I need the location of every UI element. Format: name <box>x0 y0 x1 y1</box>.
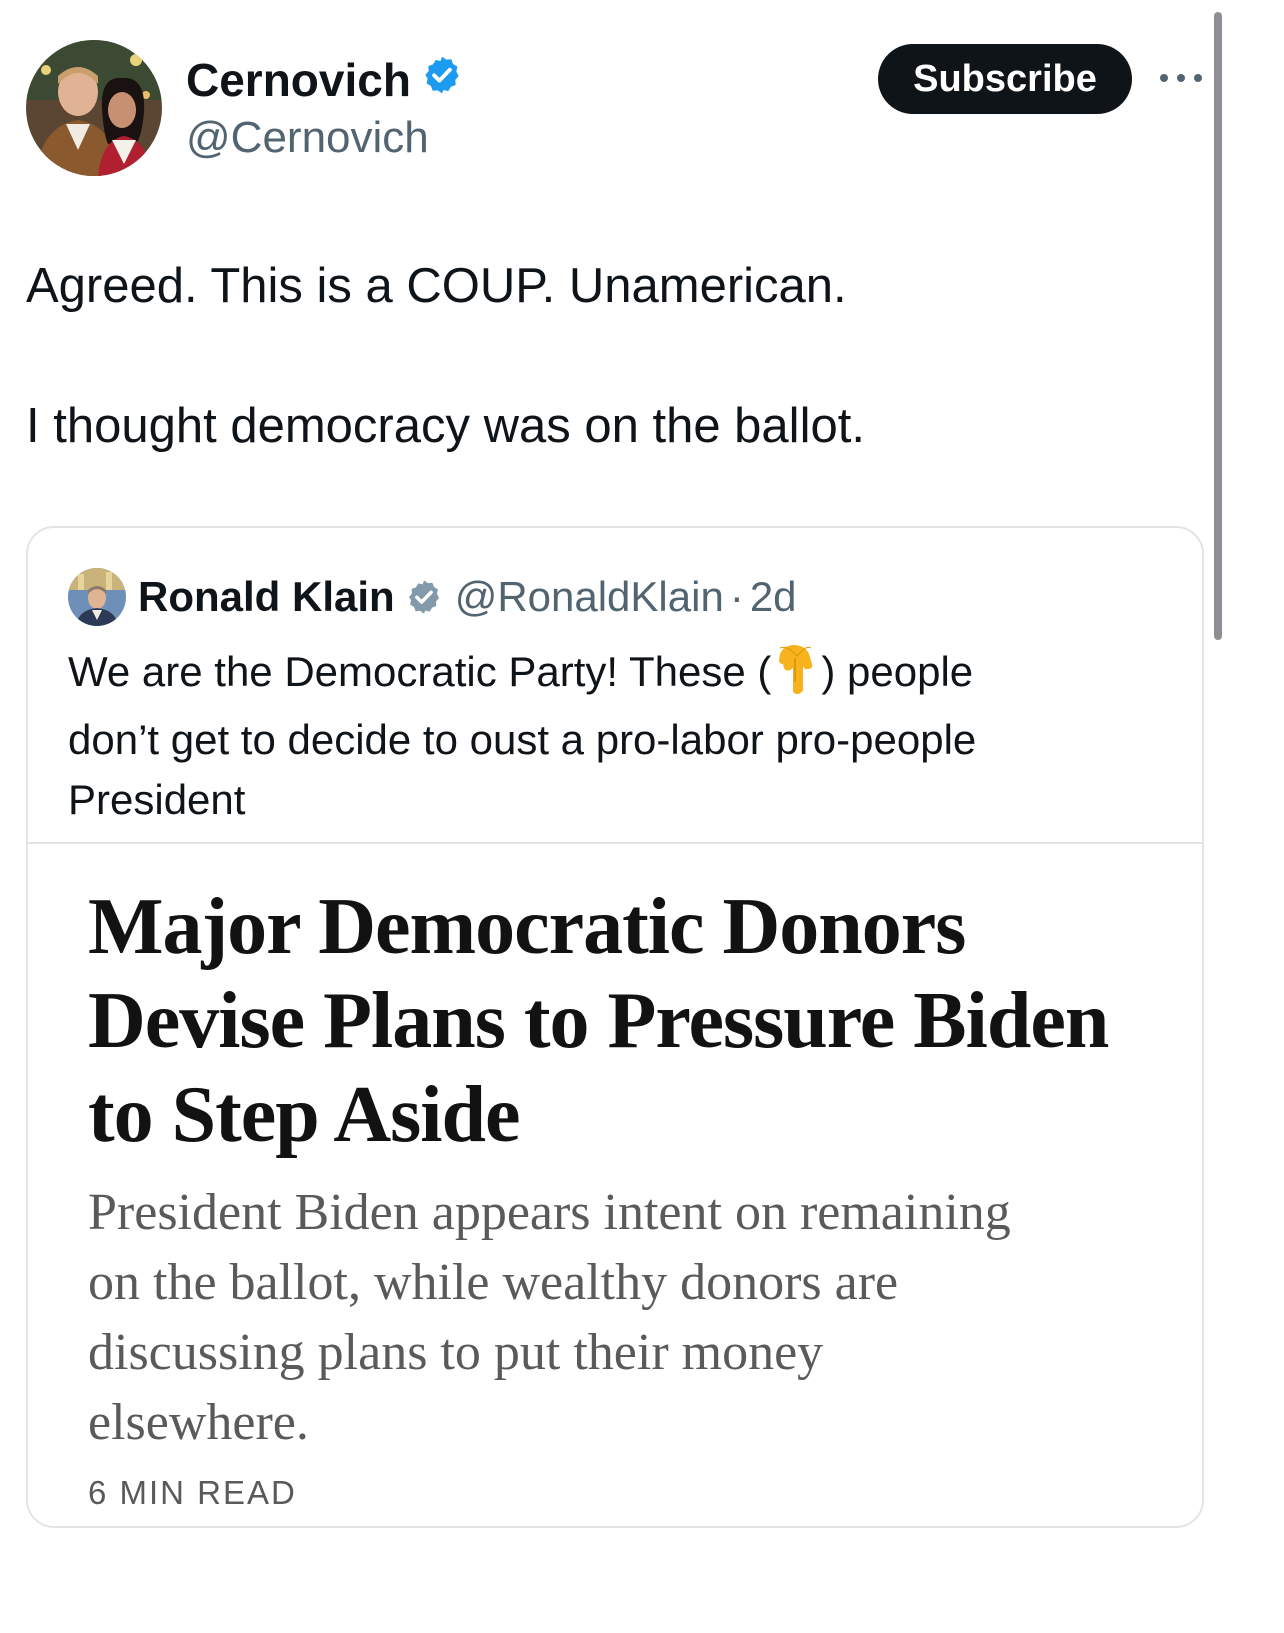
headline-line: to Step Aside <box>88 1071 521 1159</box>
quoted-timestamp[interactable]: 2d <box>750 573 797 621</box>
quoted-display-name[interactable]: Ronald Klain <box>138 573 395 621</box>
quoted-text-line: don’t get to decide to oust a pro-labor … <box>68 716 977 763</box>
quoted-author-photo <box>68 568 126 626</box>
author-photo <box>26 40 162 176</box>
summary-line: President Biden appears intent on remain… <box>88 1184 1011 1241</box>
quoted-tweet-card[interactable]: Ronald Klain @RonaldKlain · 2d We are th… <box>26 526 1204 1528</box>
more-horizontal-icon[interactable] <box>1160 66 1202 90</box>
quoted-tweet-text: We are the Democratic Party! These ( ) p… <box>68 642 1178 830</box>
read-time-label: 6 MIN READ <box>88 1474 297 1511</box>
summary-line: on the ballot, while wealthy donors are <box>88 1254 899 1311</box>
author-handle[interactable]: @Cernovich <box>186 110 429 166</box>
verified-badge-icon <box>421 52 463 108</box>
summary-line: elsewhere. <box>88 1394 309 1451</box>
quoted-text-line: We are the Democratic Party! These ( ) p… <box>68 642 1178 710</box>
author-avatar[interactable] <box>26 40 162 176</box>
headline-line: Devise Plans to Pressure Biden <box>88 977 1109 1065</box>
scrollbar[interactable] <box>1214 12 1222 640</box>
tweet-text-line: I thought democracy was on the ballot. <box>26 399 865 453</box>
headline-line: Major Democratic Donors <box>88 883 966 971</box>
author-name-row[interactable]: Cernovich <box>186 52 463 108</box>
pointing-down-hand-icon <box>777 644 815 710</box>
quoted-author-avatar[interactable] <box>68 568 126 626</box>
summary-line: discussing plans to put their money <box>88 1324 824 1381</box>
quoted-text-line: President <box>68 776 246 823</box>
card-divider <box>28 842 1202 844</box>
meta-separator: · <box>729 573 744 620</box>
gray-verified-badge-icon <box>405 578 443 616</box>
subscribe-button[interactable]: Subscribe <box>878 44 1132 114</box>
tweet-text-line: Agreed. This is a COUP. Unamerican. <box>26 259 847 313</box>
quoted-text-segment: We are the Democratic Party! These ( <box>68 648 772 695</box>
author-display-name[interactable]: Cernovich <box>186 52 411 108</box>
article-summary: President Biden appears intent on remain… <box>88 1178 1188 1458</box>
article-headline[interactable]: Major Democratic Donors Devise Plans to … <box>88 880 1188 1162</box>
quoted-text-segment: ) people <box>821 648 974 695</box>
quoted-handle[interactable]: @RonaldKlain <box>455 573 724 621</box>
quoted-header[interactable]: Ronald Klain @RonaldKlain · 2d <box>138 568 797 626</box>
